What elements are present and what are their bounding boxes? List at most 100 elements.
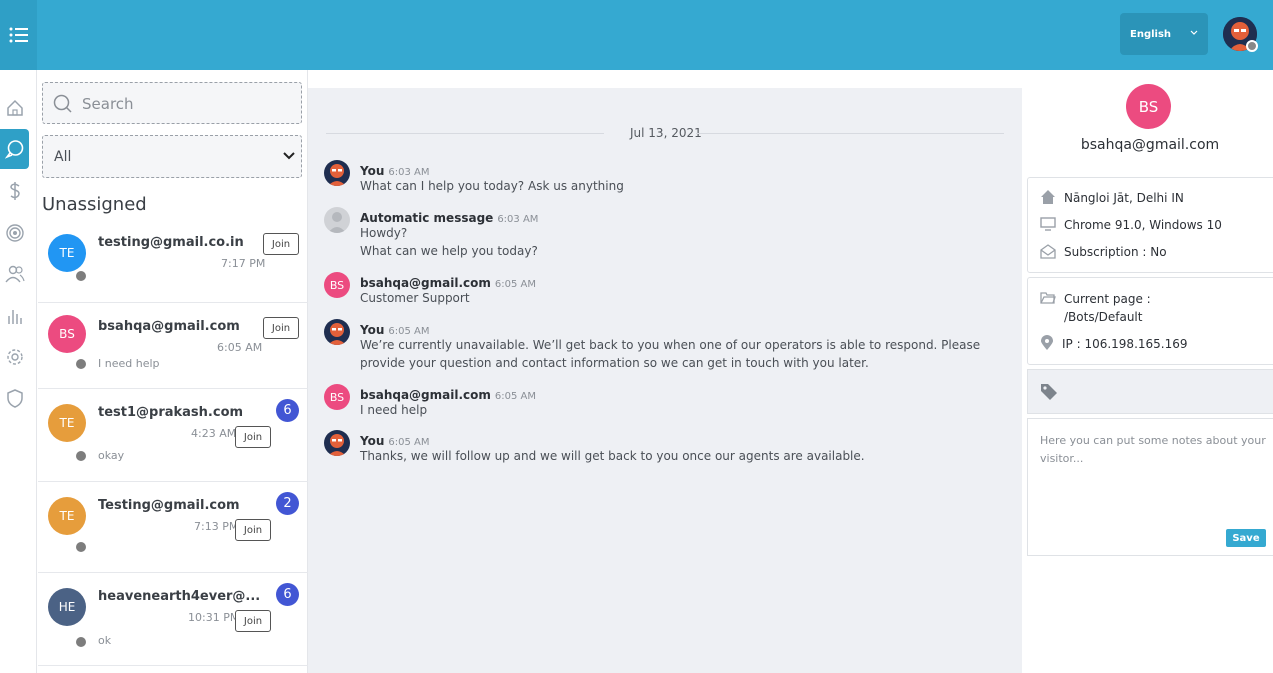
section-title: Unassigned <box>42 194 147 215</box>
visitor-notes-field[interactable]: Here you can put some notes about your v… <box>1027 418 1273 556</box>
message-text: Howdy? What can we help you today? <box>360 224 1010 260</box>
visitor-session-card: Current page : /Bots/Default IP : 106.19… <box>1027 277 1273 365</box>
current-page-label: Current page : <box>1064 292 1151 306</box>
join-button[interactable]: Join <box>263 233 299 255</box>
filter-select[interactable]: All <box>42 135 302 178</box>
filter-value: All <box>54 149 72 165</box>
message-preview: okay <box>98 449 125 462</box>
contact-avatar: HE <box>48 588 86 626</box>
operator-avatar-icon <box>328 323 346 345</box>
conversation-time: 4:23 AM <box>191 427 237 440</box>
nav-home[interactable] <box>0 88 29 128</box>
operator-avatar-icon <box>328 434 346 456</box>
folder-open-icon <box>1040 292 1056 304</box>
tag-icon <box>1041 384 1057 400</box>
icon-sidebar <box>0 70 37 673</box>
contact-email: test1@prakash.com <box>98 405 244 420</box>
current-page-value: /Bots/Default <box>1064 310 1143 324</box>
join-button[interactable]: Join <box>235 519 271 541</box>
chat-transcript: Jul 13, 2021 You 6:03 AM What can I help … <box>308 88 1022 673</box>
message-text: What can I help you today? Ask us anythi… <box>360 179 624 193</box>
join-button[interactable]: Join <box>235 610 271 632</box>
hamburger-menu-icon <box>9 27 28 43</box>
contact-email: bsahqa@gmail.com <box>98 319 240 334</box>
tags-bar[interactable] <box>1027 369 1273 414</box>
home-icon <box>1041 190 1055 204</box>
join-button[interactable]: Join <box>235 426 271 448</box>
menu-toggle-button[interactable] <box>0 0 37 70</box>
contact-email: heavenearth4ever@... <box>98 589 261 604</box>
location-row: Nāngloi Jāt, Delhi IN <box>1040 189 1184 207</box>
visitor-details-panel: BS bsahqa@gmail.com Nāngloi Jāt, Delhi I… <box>1022 70 1273 673</box>
contact-email: testing@gmail.co.in <box>98 235 244 250</box>
shield-icon <box>6 388 23 408</box>
operator-avatar <box>324 430 350 456</box>
message-text: I need help <box>360 403 428 417</box>
notes-placeholder: Here you can put some notes about your v… <box>1040 434 1266 465</box>
person-placeholder-icon <box>328 212 346 233</box>
message-author: bsahqa@gmail.com <box>360 276 491 290</box>
visitor-avatar: BS <box>324 272 350 298</box>
search-icon <box>53 94 72 113</box>
status-indicator <box>76 359 86 369</box>
unread-badge: 2 <box>276 492 299 515</box>
operator-avatar-icon <box>328 164 346 186</box>
visitor-info-card: Nāngloi Jāt, Delhi IN Chrome 91.0, Windo… <box>1027 177 1273 273</box>
chevron-down-icon <box>283 152 295 160</box>
conversation-item[interactable]: TE testing@gmail.co.in 7:17 PM Join <box>38 225 308 303</box>
bar-chart-icon <box>7 310 22 324</box>
date-divider-right <box>696 133 1004 134</box>
conversation-time: 6:05 AM <box>217 341 263 354</box>
visitor-browser: Chrome 91.0, Windows 10 <box>1064 218 1222 232</box>
nav-security[interactable] <box>0 378 29 418</box>
monitor-icon <box>1040 217 1056 231</box>
gear-icon <box>6 349 23 365</box>
status-indicator <box>76 637 86 647</box>
conversation-list-panel: Search All Unassigned TE testing@gmail.c… <box>38 70 308 673</box>
search-input[interactable]: Search <box>42 82 302 124</box>
nav-settings[interactable] <box>0 337 29 377</box>
user-status-indicator <box>1246 40 1258 52</box>
envelope-open-icon <box>1040 244 1056 259</box>
visitor-avatar: BS <box>1126 84 1171 129</box>
nav-goals[interactable] <box>0 213 29 253</box>
date-divider-left <box>326 133 604 134</box>
map-pin-icon <box>1041 335 1053 350</box>
conversation-item[interactable]: TE Testing@gmail.com 7:13 PM Join 2 <box>38 482 308 573</box>
operator-avatar <box>324 160 350 186</box>
status-indicator <box>76 451 86 461</box>
contact-avatar: TE <box>48 497 86 535</box>
message-line: What can we help you today? <box>360 244 538 258</box>
message-preview: I need help <box>98 357 160 370</box>
contact-email: Testing@gmail.com <box>98 498 240 513</box>
nav-billing[interactable] <box>0 171 29 211</box>
bot-avatar <box>324 207 350 233</box>
conversation-time: 7:17 PM <box>221 257 266 270</box>
status-indicator <box>76 542 86 552</box>
language-select[interactable]: English <box>1120 13 1208 55</box>
message-text: Thanks, we will follow up and we will ge… <box>360 449 865 463</box>
language-value: English <box>1130 28 1172 40</box>
top-bar: English <box>0 0 1273 70</box>
unread-badge: 6 <box>276 399 299 422</box>
dollar-icon <box>9 182 20 200</box>
status-indicator <box>76 271 86 281</box>
save-notes-button[interactable]: Save <box>1226 529 1266 547</box>
nav-chats[interactable] <box>0 129 29 169</box>
visitor-email: bsahqa@gmail.com <box>1080 137 1220 153</box>
conversation-item[interactable]: HE heavenearth4ever@... 10:31 PM ok Join… <box>38 573 308 666</box>
chat-bubble-icon <box>4 140 23 159</box>
current-page-row: Current page : /Bots/Default <box>1040 290 1151 326</box>
message-text: We’re currently unavailable. We’ll get b… <box>360 338 981 370</box>
operator-avatar <box>324 319 350 345</box>
conversation-item[interactable]: BS bsahqa@gmail.com 6:05 AM I need help … <box>38 303 308 389</box>
message-line: Howdy? <box>360 226 408 240</box>
browser-row: Chrome 91.0, Windows 10 <box>1040 216 1222 234</box>
message-author: Automatic message <box>360 211 494 225</box>
subscription-row: Subscription : No <box>1040 243 1167 261</box>
nav-users[interactable] <box>0 254 29 294</box>
message-author: You <box>360 164 385 178</box>
join-button[interactable]: Join <box>263 317 299 339</box>
nav-analytics[interactable] <box>0 296 29 336</box>
conversation-item[interactable]: TE test1@prakash.com 4:23 AM okay Join 6 <box>38 389 308 482</box>
